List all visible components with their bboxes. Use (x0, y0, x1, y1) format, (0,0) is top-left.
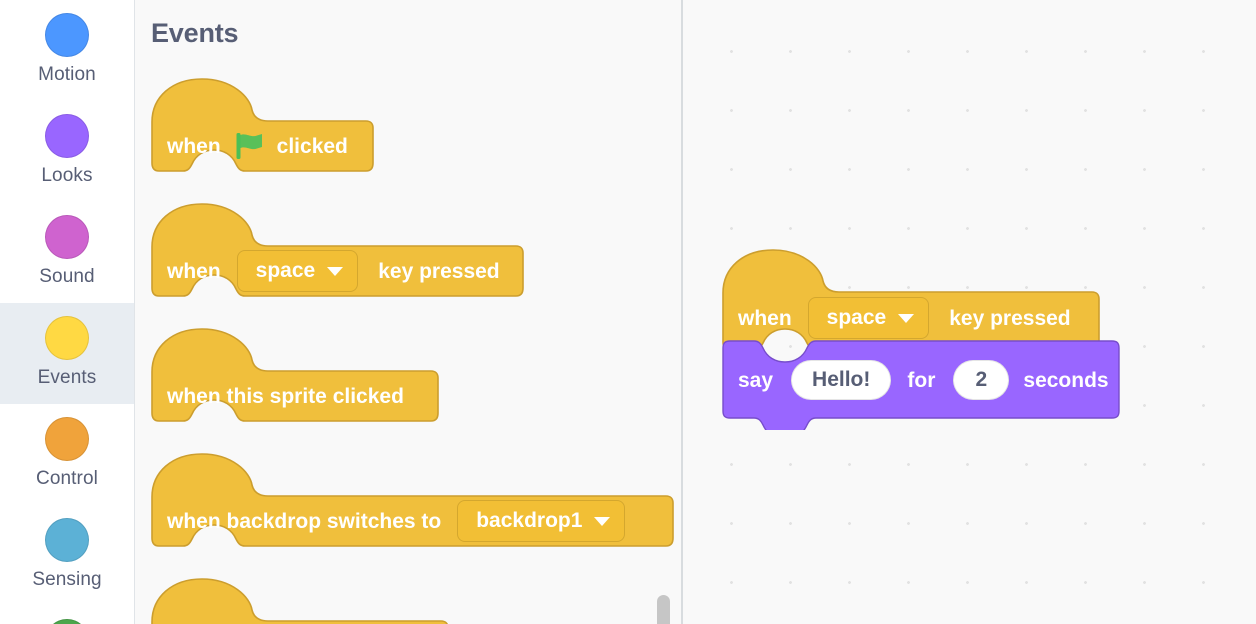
sidebar-item-motion[interactable]: Motion (0, 0, 134, 101)
circle-icon (45, 619, 89, 624)
sidebar-item-label: Sound (39, 266, 95, 287)
chevron-down-icon (594, 516, 611, 526)
block-text: when (738, 306, 792, 330)
block-text: key pressed (378, 259, 500, 283)
block-text: say (738, 368, 774, 392)
dropdown-value: space (255, 259, 316, 282)
block-text: seconds (1023, 368, 1109, 392)
script-workspace[interactable]: when space key pressed say Hello! for 2 … (683, 0, 1256, 624)
block-palette[interactable]: Events when clicked when space key press… (135, 0, 683, 624)
block-shape (151, 578, 448, 624)
block-text: clicked (276, 134, 348, 158)
chevron-down-icon (327, 266, 344, 276)
sidebar-item-label: Looks (41, 165, 93, 186)
block-text: key pressed (949, 306, 1071, 330)
sidebar-item-label: Sensing (32, 569, 102, 590)
category-sidebar: Motion Looks Sound Events Control Sensin… (0, 0, 135, 624)
sidebar-item-looks[interactable]: Looks (0, 101, 134, 202)
sidebar-item-label: Control (36, 468, 98, 489)
palette-block-partial[interactable] (150, 577, 450, 624)
block-text: for (907, 368, 936, 392)
green-flag-icon (235, 132, 265, 160)
scratch-editor: Motion Looks Sound Events Control Sensin… (0, 0, 1256, 624)
key-dropdown[interactable]: space (236, 250, 359, 292)
circle-icon (45, 316, 89, 360)
palette-block-when-flag-clicked[interactable]: when clicked (150, 77, 375, 182)
sidebar-item-label: Motion (38, 64, 96, 85)
say-seconds-input[interactable]: 2 (953, 360, 1010, 400)
palette-vertical-scrollbar[interactable] (657, 595, 670, 624)
palette-block-when-key-pressed[interactable]: when space key pressed (150, 202, 525, 307)
dropdown-value: space (826, 306, 887, 329)
block-text: when (167, 134, 221, 158)
key-dropdown[interactable]: space (807, 297, 930, 339)
sidebar-item-events[interactable]: Events (0, 303, 134, 404)
sidebar-item-operators[interactable] (0, 606, 134, 624)
backdrop-dropdown[interactable]: backdrop1 (457, 500, 626, 542)
script-stack[interactable]: when space key pressed say Hello! for 2 … (721, 248, 1131, 430)
block-text: when backdrop switches to (167, 509, 442, 533)
sidebar-item-control[interactable]: Control (0, 404, 134, 505)
sidebar-item-label: Events (37, 367, 97, 388)
palette-category-title: Events (151, 18, 239, 48)
block-text: when (167, 259, 221, 283)
circle-icon (45, 518, 89, 562)
circle-icon (45, 114, 89, 158)
palette-block-when-sprite-clicked[interactable]: when this sprite clicked (150, 327, 440, 432)
chevron-down-icon (898, 313, 915, 323)
say-message-input[interactable]: Hello! (791, 360, 892, 400)
circle-icon (45, 417, 89, 461)
dropdown-value: backdrop1 (476, 509, 583, 532)
block-text: when this sprite clicked (167, 384, 404, 408)
palette-block-when-backdrop-switches[interactable]: when backdrop switches to backdrop1 (150, 452, 675, 557)
sidebar-item-sound[interactable]: Sound (0, 202, 134, 303)
workspace-block-say-for-seconds[interactable]: say Hello! for 2 seconds (721, 339, 1131, 430)
palette-scrollbar-track[interactable] (657, 0, 671, 624)
circle-icon (45, 13, 89, 57)
sidebar-item-sensing[interactable]: Sensing (0, 505, 134, 606)
circle-icon (45, 215, 89, 259)
